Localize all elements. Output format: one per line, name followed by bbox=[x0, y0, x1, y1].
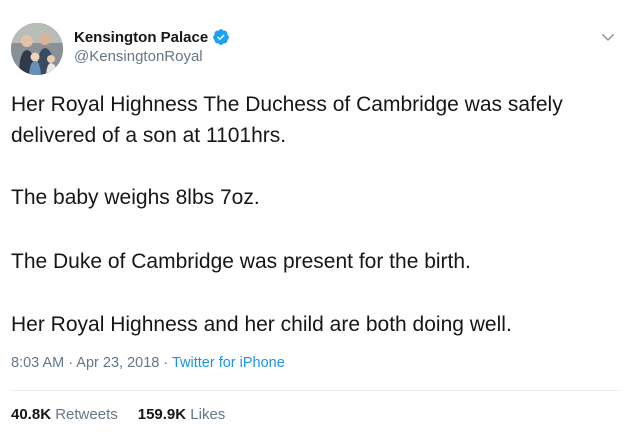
meta-separator: · bbox=[159, 355, 172, 371]
name-row: Kensington Palace bbox=[74, 26, 230, 48]
verified-badge-icon bbox=[213, 29, 230, 45]
display-name[interactable]: Kensington Palace bbox=[74, 29, 208, 46]
chevron-down-icon[interactable] bbox=[599, 28, 617, 46]
avatar[interactable] bbox=[11, 23, 63, 75]
tweet-text-line: The Duke of Cambridge was present for th… bbox=[11, 250, 471, 273]
retweets-stat[interactable]: 40.8K Retweets bbox=[11, 406, 118, 423]
tweet-time[interactable]: 8:03 AM bbox=[11, 355, 64, 371]
meta-separator: · bbox=[64, 355, 77, 371]
divider bbox=[11, 390, 619, 391]
tweet-stats: 40.8K Retweets 159.9K Likes bbox=[11, 406, 245, 423]
likes-label: Likes bbox=[190, 406, 226, 423]
tweet-text-line: Her Royal Highness The Duchess of Cambri… bbox=[11, 93, 563, 116]
retweets-label: Retweets bbox=[55, 406, 118, 423]
tweet-text-line: Her Royal Highness and her child are bot… bbox=[11, 313, 512, 336]
likes-count: 159.9K bbox=[137, 406, 187, 423]
tweet-text-line: The baby weighs 8lbs 7oz. bbox=[11, 186, 260, 209]
retweets-count: 40.8K bbox=[11, 406, 52, 423]
avatar-photo bbox=[11, 23, 63, 75]
tweet-date[interactable]: Apr 23, 2018 bbox=[76, 355, 159, 371]
tweet-text-line: delivered of a son at 1101hrs. bbox=[11, 124, 287, 147]
likes-stat[interactable]: 159.9K Likes bbox=[138, 406, 226, 423]
tweet-metadata: 8:03 AM · Apr 23, 2018 · Twitter for iPh… bbox=[11, 355, 285, 371]
tweet-source-link[interactable]: Twitter for iPhone bbox=[172, 355, 285, 371]
tweet-card: Kensington Palace @KensingtonRoyal Her R… bbox=[0, 0, 630, 442]
handle[interactable]: @KensingtonRoyal bbox=[74, 48, 203, 65]
